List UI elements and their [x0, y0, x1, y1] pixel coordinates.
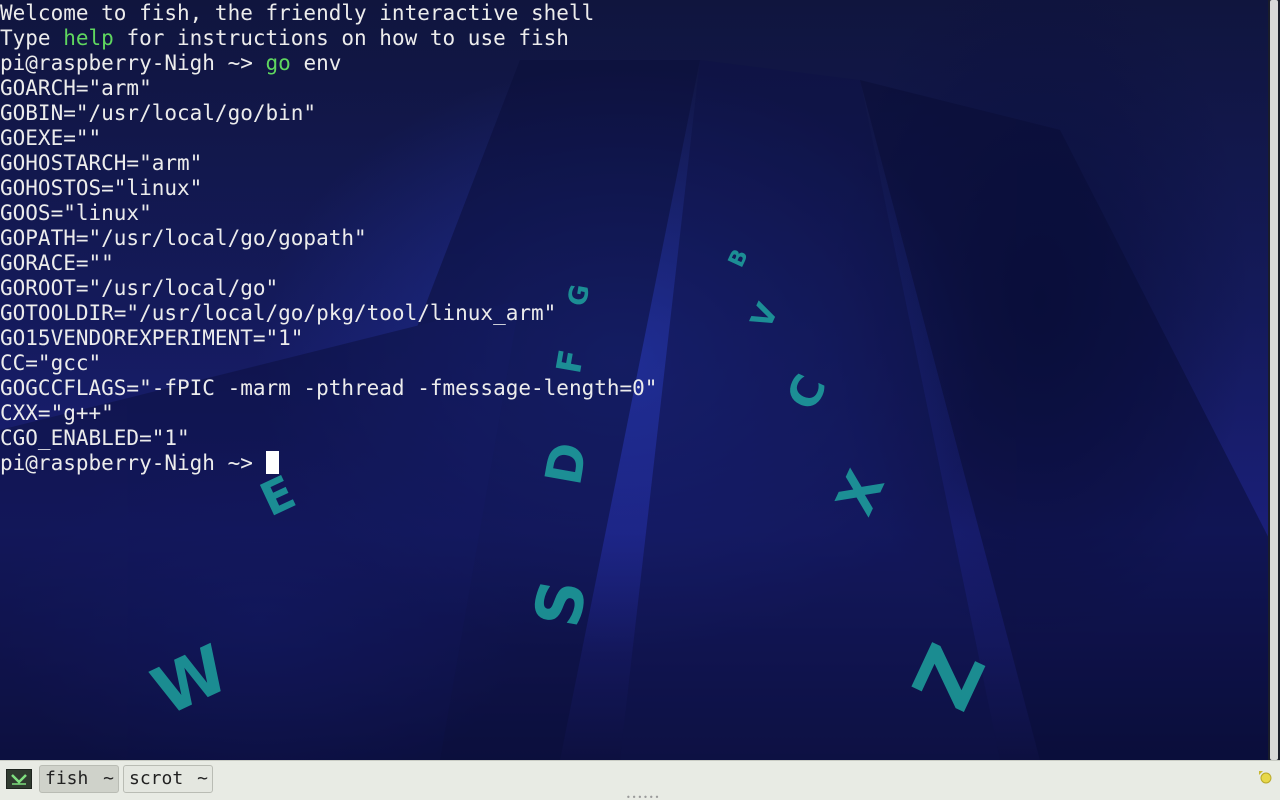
terminal-text: GOGCCFLAGS="-fPIC -marm -pthread -fmessa…	[0, 376, 658, 400]
tab-fish[interactable]: fish ~	[39, 765, 119, 793]
terminal-text: CXX="g++"	[0, 401, 114, 425]
terminal-text: GORACE=""	[0, 251, 114, 275]
terminal-highlight-text: help	[63, 26, 114, 50]
terminal-text: GOPATH="/usr/local/go/gopath"	[0, 226, 367, 250]
terminal-line: GOOS="linux"	[0, 201, 1266, 226]
tab-fish-label: fish	[45, 768, 89, 789]
terminal-scrollbar[interactable]	[1268, 0, 1280, 760]
terminal-app-icon[interactable]	[6, 769, 32, 789]
terminal-line: GOHOSTOS="linux"	[0, 176, 1266, 201]
terminal-line: GOTOOLDIR="/usr/local/go/pkg/tool/linux_…	[0, 301, 1266, 326]
terminal-line: GOPATH="/usr/local/go/gopath"	[0, 226, 1266, 251]
terminal-prompt-line[interactable]: pi@raspberry-Nigh ~>	[0, 451, 1266, 476]
terminal-text: pi@raspberry-Nigh ~>	[0, 51, 266, 75]
terminal-line: CC="gcc"	[0, 351, 1266, 376]
terminal-text: CC="gcc"	[0, 351, 102, 375]
scrollbar-thumb[interactable]	[1270, 0, 1278, 760]
terminal-line: GOGCCFLAGS="-fPIC -marm -pthread -fmessa…	[0, 376, 1266, 401]
terminal-text: GOHOSTARCH="arm"	[0, 151, 203, 175]
terminal-text: GOTOOLDIR="/usr/local/go/pkg/tool/linux_…	[0, 301, 557, 325]
terminal-text: Type	[0, 26, 64, 50]
resize-grip[interactable]: ••••••	[626, 794, 660, 800]
tab-scrot[interactable]: scrot ~	[123, 765, 213, 793]
shell-prompt: pi@raspberry-Nigh ~>	[0, 451, 266, 475]
terminal-line: GOARCH="arm"	[0, 76, 1266, 101]
terminal-line: GOBIN="/usr/local/go/bin"	[0, 101, 1266, 126]
terminal-output[interactable]: Welcome to fish, the friendly interactiv…	[0, 0, 1266, 761]
terminal-text: GOBIN="/usr/local/go/bin"	[0, 101, 317, 125]
terminal-text: GOARCH="arm"	[0, 76, 152, 100]
terminal-text: GOROOT="/usr/local/go"	[0, 276, 279, 300]
tab-scrot-menu-caret[interactable]: ~	[197, 766, 208, 792]
terminal-text: GOEXE=""	[0, 126, 102, 150]
terminal-text: GOHOSTOS="linux"	[0, 176, 203, 200]
terminal-line: CGO_ENABLED="1"	[0, 426, 1266, 451]
terminal-line: GOROOT="/usr/local/go"	[0, 276, 1266, 301]
terminal-line: GORACE=""	[0, 251, 1266, 276]
tab-fish-menu-caret[interactable]: ~	[103, 766, 114, 792]
terminal-line: Welcome to fish, the friendly interactiv…	[0, 1, 1266, 26]
terminal-line: GOEXE=""	[0, 126, 1266, 151]
tab-scrot-label: scrot	[129, 768, 184, 789]
terminal-text: GOOS="linux"	[0, 201, 152, 225]
terminal-text: for instructions on how to use fish	[113, 26, 569, 50]
text-cursor	[265, 451, 279, 474]
terminal-text: CGO_ENABLED="1"	[0, 426, 190, 450]
terminal-highlight-text: go	[265, 51, 291, 75]
notification-icon[interactable]	[1258, 770, 1272, 784]
terminal-text: Welcome to fish, the friendly interactiv…	[0, 1, 595, 25]
terminal-line: CXX="g++"	[0, 401, 1266, 426]
terminal-line: GOHOSTARCH="arm"	[0, 151, 1266, 176]
terminal-text: env	[290, 51, 342, 75]
terminal-tab-bar: fish ~ scrot ~ ••••••	[0, 760, 1280, 800]
terminal-icon	[11, 774, 27, 785]
terminal-line: GO15VENDOREXPERIMENT="1"	[0, 326, 1266, 351]
terminal-text: GO15VENDOREXPERIMENT="1"	[0, 326, 304, 350]
desktop-screen: E D F G S W C X Z V B Welcome to fish, t…	[0, 0, 1280, 800]
terminal-line: Type help for instructions on how to use…	[0, 26, 1266, 51]
terminal-line: pi@raspberry-Nigh ~> go env	[0, 51, 1266, 76]
